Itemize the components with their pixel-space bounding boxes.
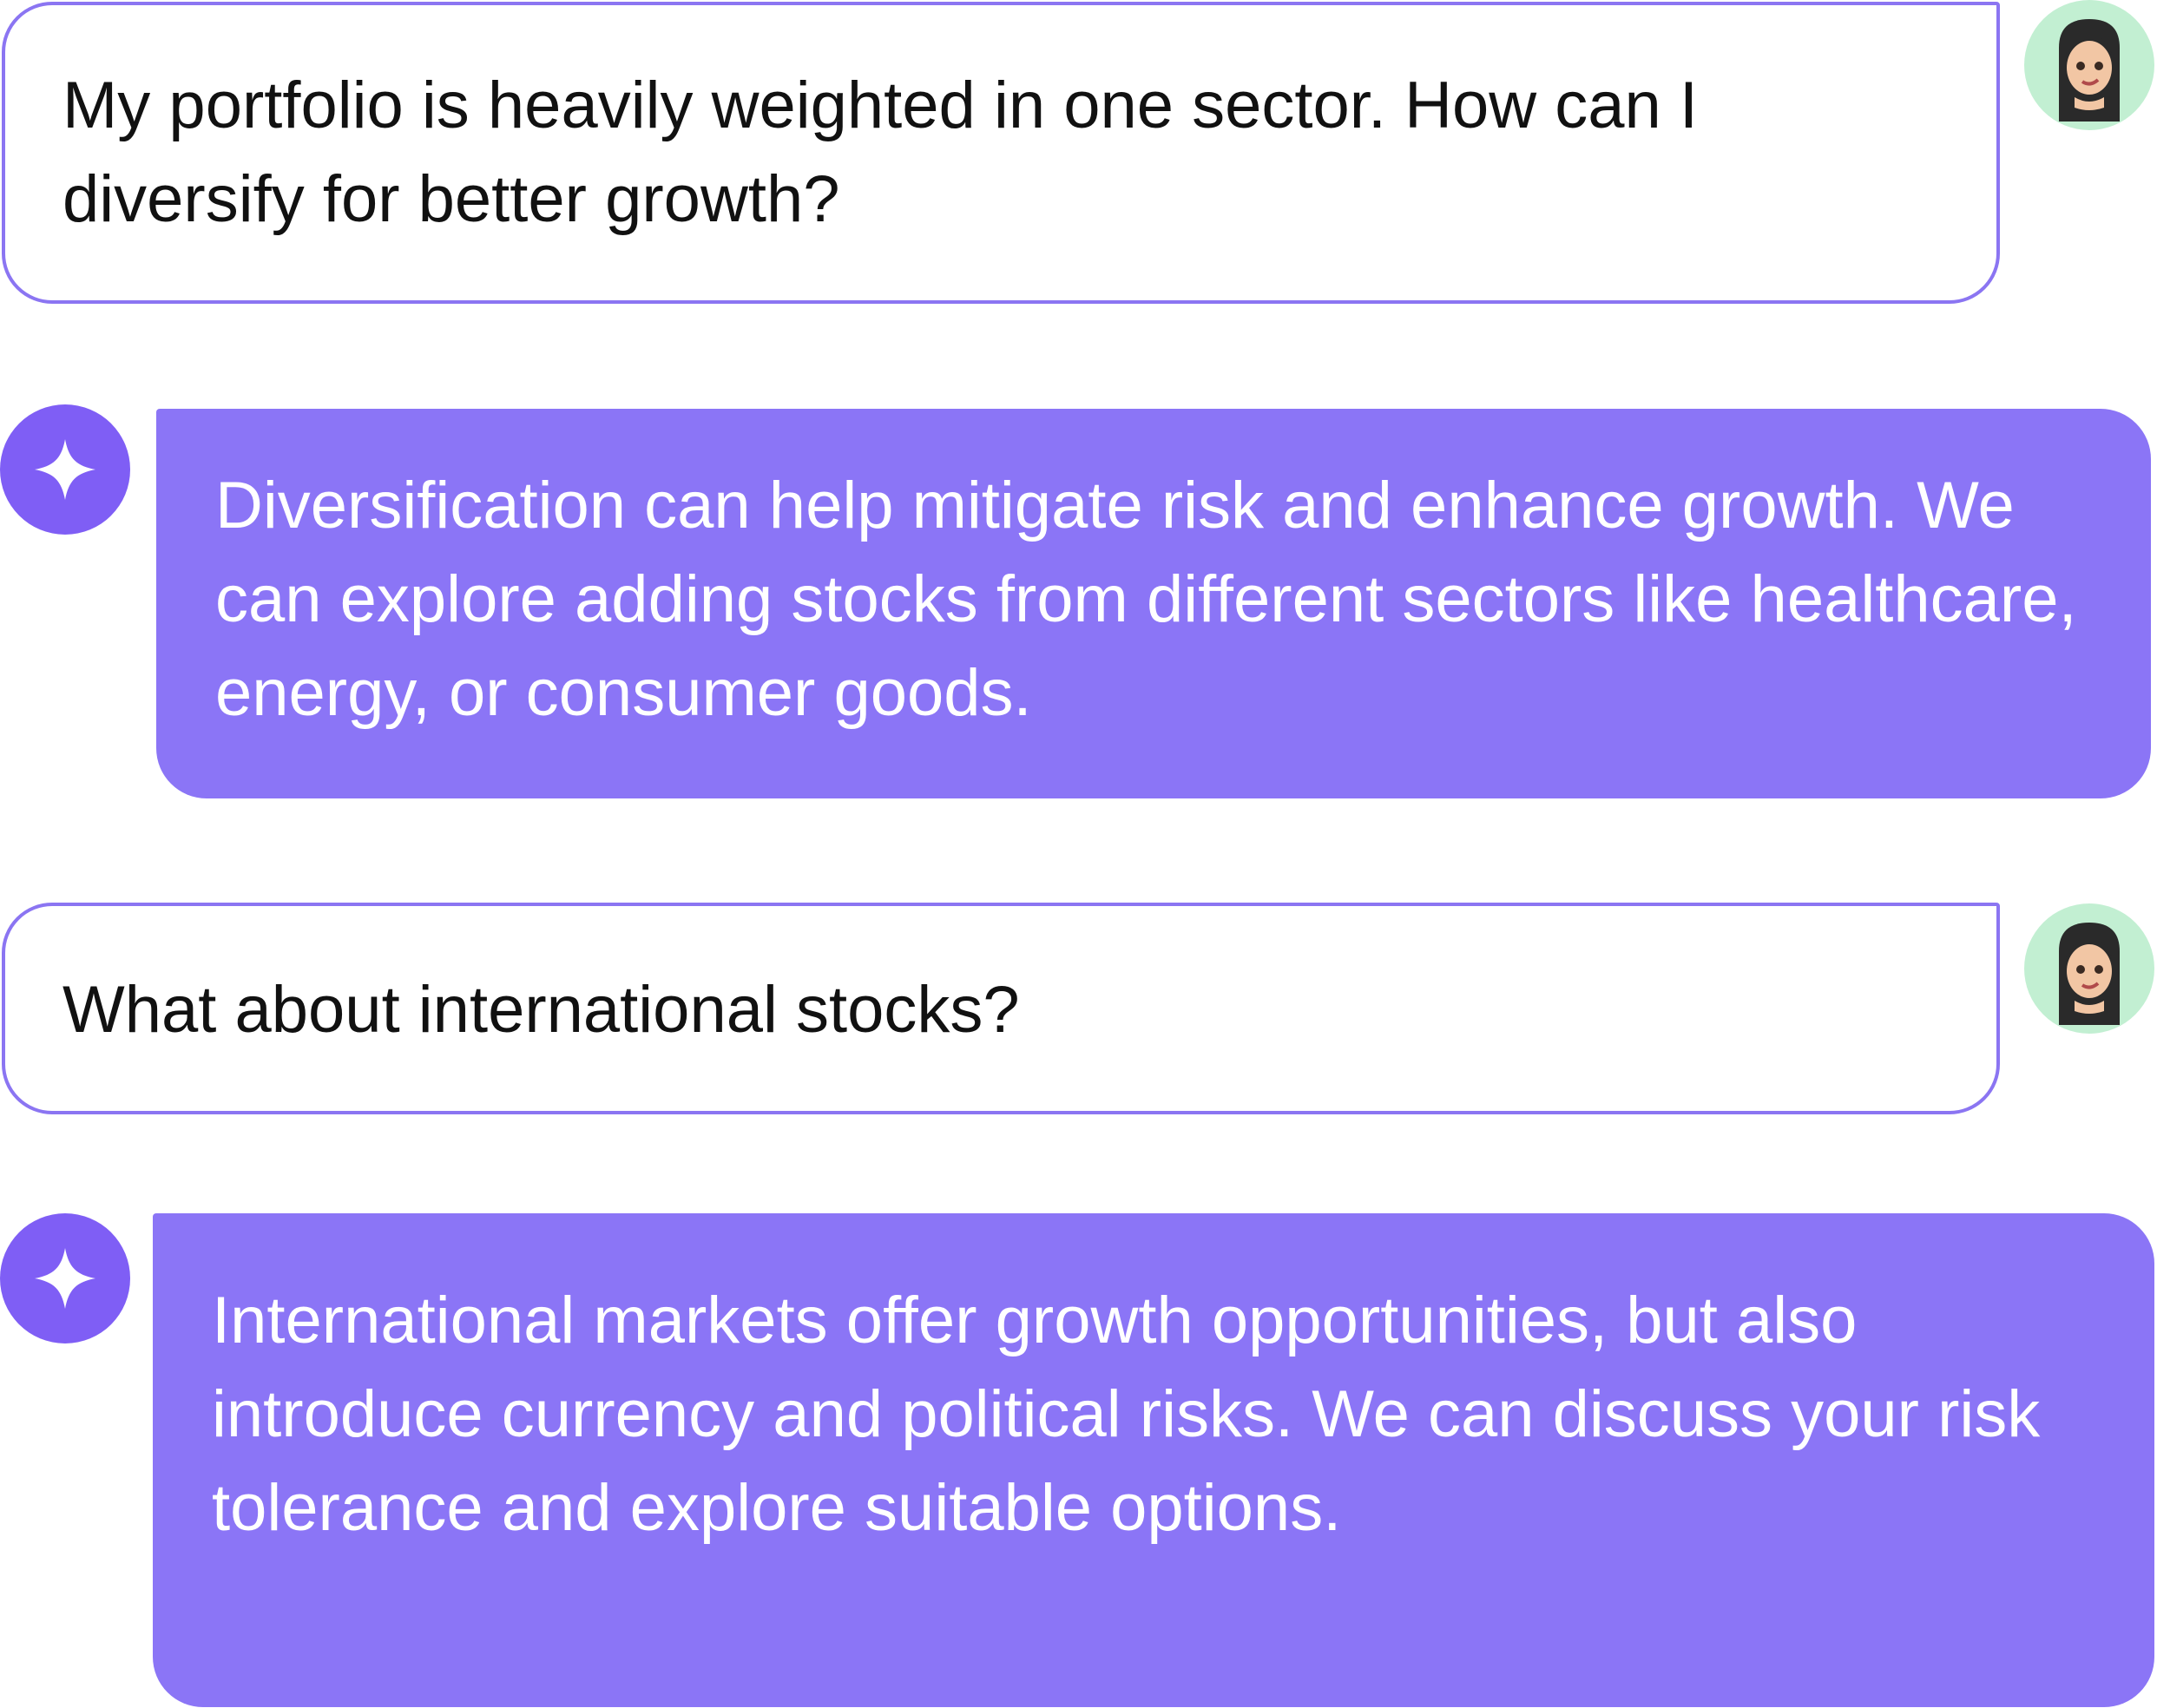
user-message-text: My portfolio is heavily weighted in one … [62, 69, 1699, 236]
user-avatar-icon [2024, 0, 2154, 130]
assistant-message-text: Diversification can help mitigate risk a… [215, 469, 2077, 730]
user-message-bubble: My portfolio is heavily weighted in one … [2, 2, 2000, 304]
user-message-bubble: What about international stocks? [2, 903, 2000, 1114]
assistant-message-bubble: International markets offer growth oppor… [153, 1213, 2154, 1707]
sparkle-icon [0, 404, 130, 535]
user-avatar-icon [2024, 903, 2154, 1034]
user-message-text: What about international stocks? [62, 973, 1020, 1047]
assistant-message-bubble: Diversification can help mitigate risk a… [156, 409, 2151, 798]
assistant-message-text: International markets offer growth oppor… [212, 1284, 2041, 1545]
sparkle-icon [0, 1213, 130, 1343]
